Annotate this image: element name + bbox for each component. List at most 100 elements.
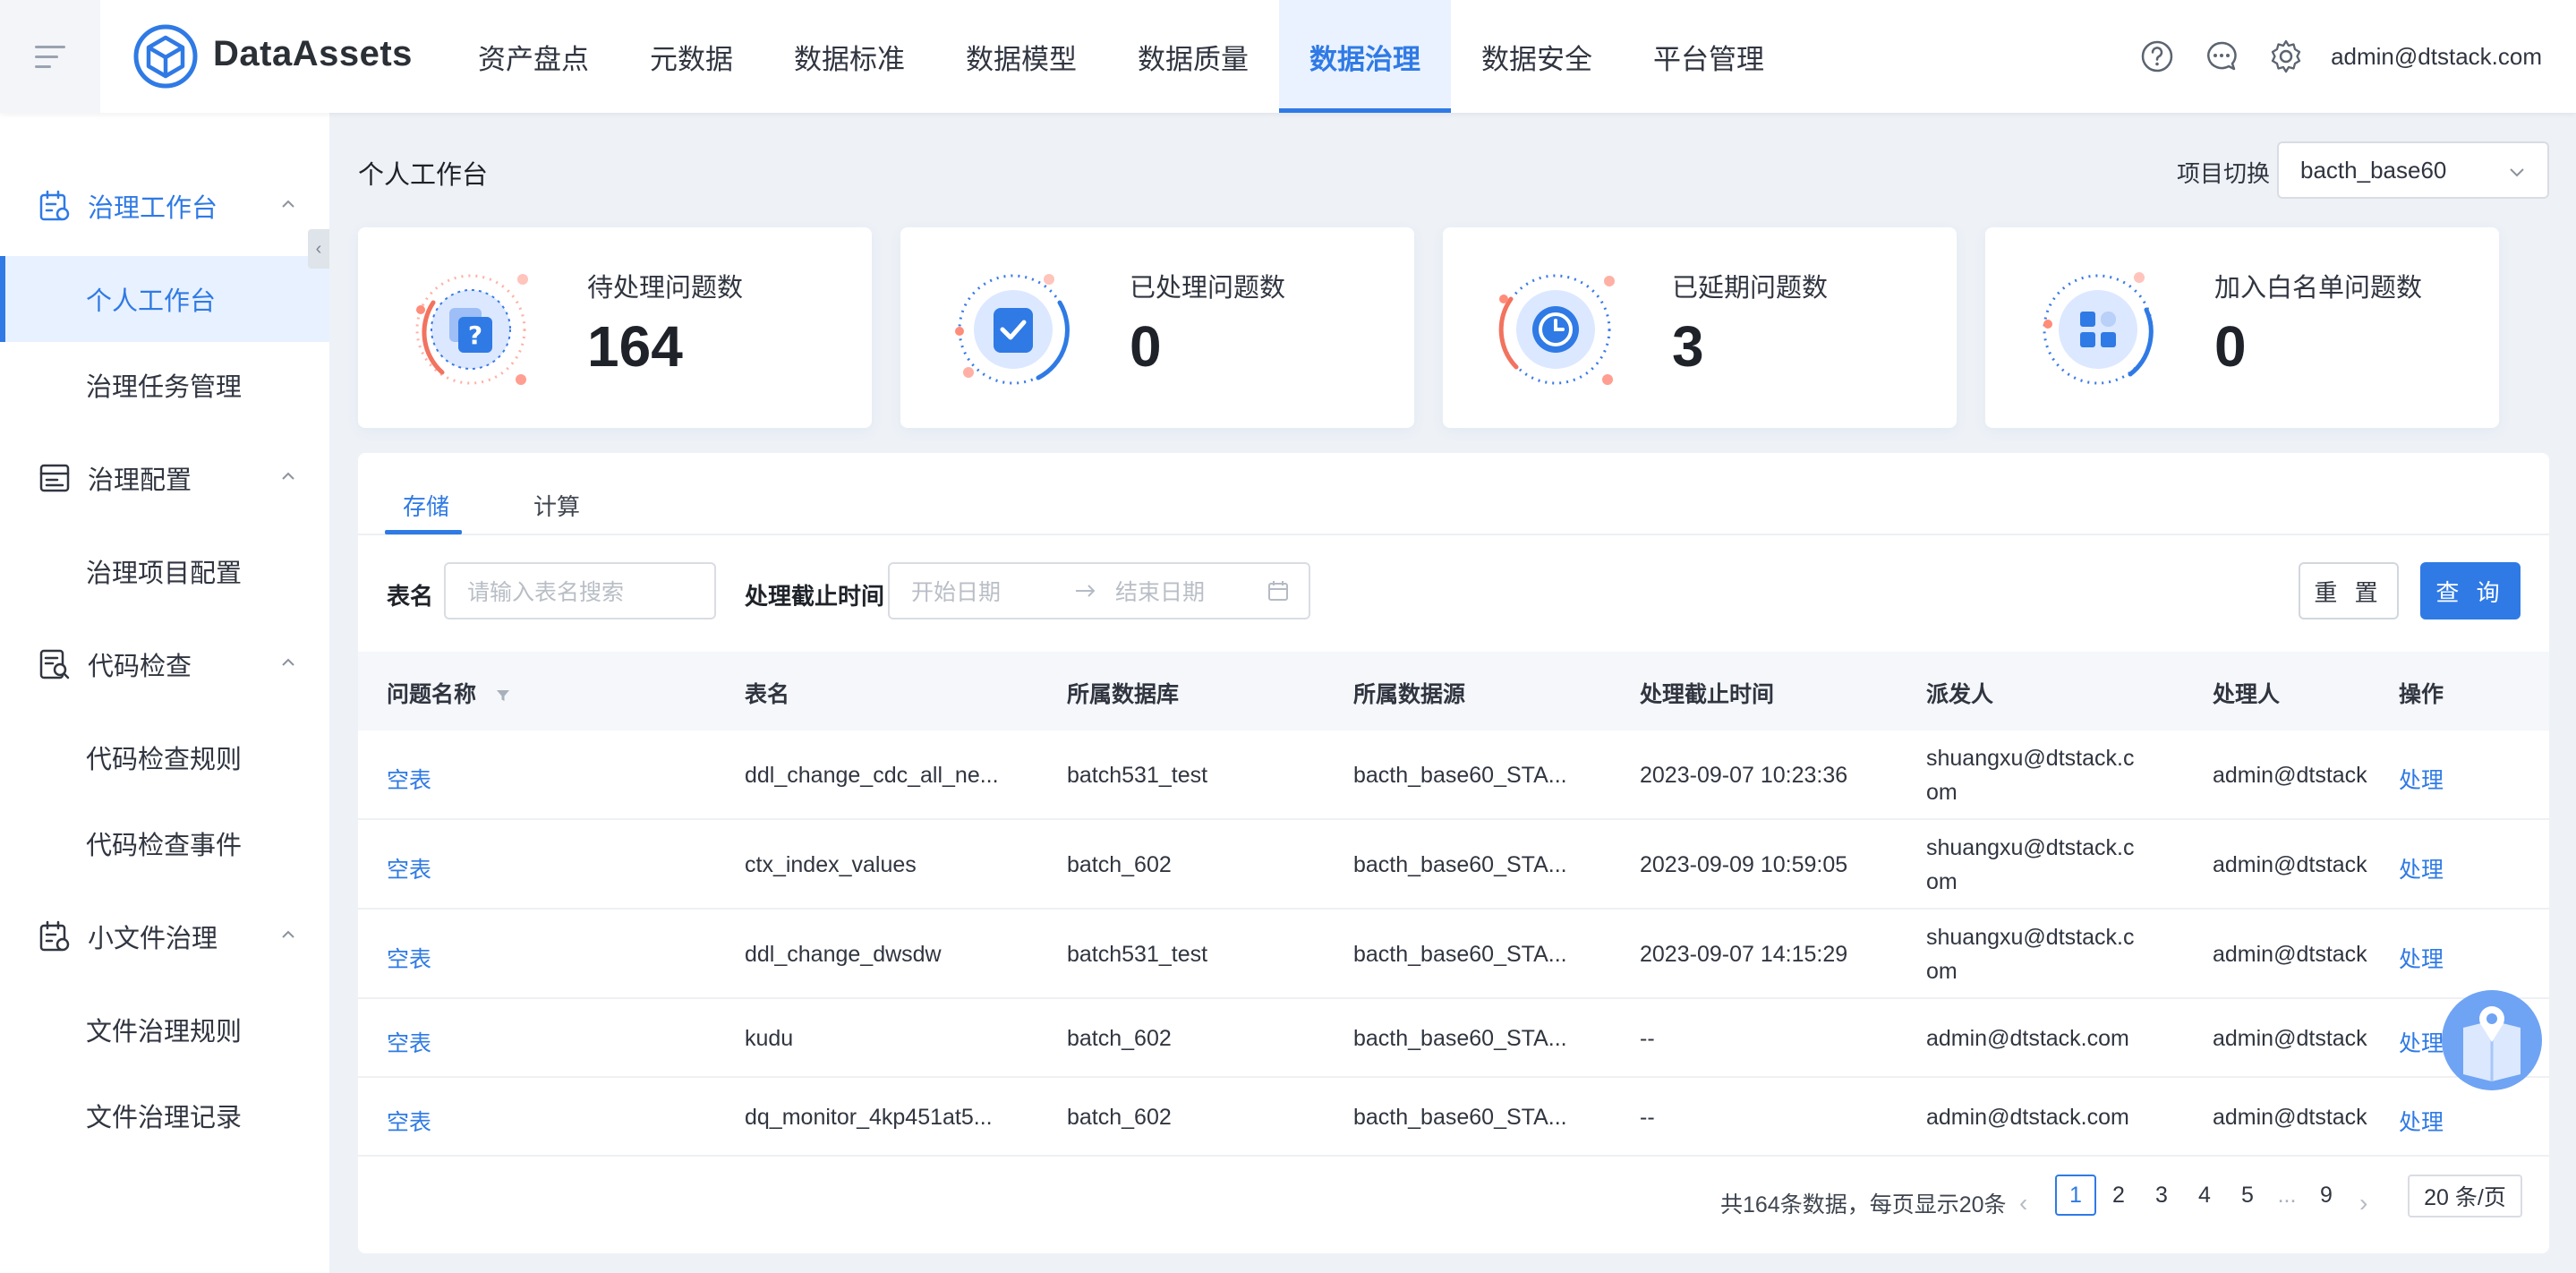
- issue-name-link[interactable]: 空表: [387, 852, 431, 884]
- hamburger-icon: [35, 38, 65, 75]
- sidebar-item-code-check-rules[interactable]: 代码检查规则: [0, 714, 329, 800]
- issue-name-link[interactable]: 空表: [387, 1026, 431, 1058]
- arrow-right-icon: [1076, 585, 1096, 597]
- nav-data-quality[interactable]: 数据质量: [1107, 0, 1279, 113]
- stat-value: 0: [1130, 314, 1162, 379]
- nav-data-governance[interactable]: 数据治理: [1279, 0, 1451, 113]
- end-date-placeholder[interactable]: 结束日期: [1115, 575, 1205, 607]
- process-link[interactable]: 处理: [2399, 942, 2444, 974]
- cell-assigner: shuangxu@dtstack.com: [1926, 925, 2135, 984]
- table-name-label: 表名: [387, 583, 434, 610]
- sidebar-item-project-config[interactable]: 治理项目配置: [0, 528, 329, 614]
- page-ellipsis[interactable]: ...: [2266, 1175, 2307, 1216]
- clock-icon: [1498, 274, 1615, 385]
- next-page-button[interactable]: ›: [2359, 1189, 2367, 1217]
- col-assigner: 派发人: [1926, 682, 1994, 707]
- deadline-label: 处理截止时间: [745, 583, 885, 610]
- nav-data-model[interactable]: 数据模型: [935, 0, 1107, 113]
- sidebar-group-config[interactable]: 治理配置: [0, 435, 329, 521]
- stat-label: 已处理问题数: [1130, 274, 1286, 303]
- prev-page-button[interactable]: ‹: [2019, 1189, 2027, 1217]
- cell-datasource: bacth_base60_STA...: [1353, 763, 1567, 788]
- page-title: 个人工作台: [358, 161, 489, 190]
- cell-database: batch531_test: [1067, 942, 1208, 967]
- table-header: 问题名称 表名 所属数据库 所属数据源 处理截止时间 派发人 处理人 操作: [358, 652, 2549, 730]
- page-5-button[interactable]: 5: [2227, 1175, 2268, 1216]
- sidebar-item-file-records[interactable]: 文件治理记录: [0, 1072, 329, 1158]
- cell-table-name: ctx_index_values: [745, 852, 917, 877]
- col-handler: 处理人: [2213, 682, 2281, 707]
- cell-assigner: admin@dtstack.com: [1926, 1105, 2129, 1130]
- tab-compute[interactable]: 计算: [533, 489, 580, 522]
- sidebar-group-small-files[interactable]: 小文件治理: [0, 893, 329, 979]
- page-1-button[interactable]: 1: [2055, 1175, 2096, 1216]
- cell-handler: admin@dtstack: [2213, 763, 2367, 788]
- menu-toggle-button[interactable]: [0, 0, 100, 113]
- cell-table-name: ddl_change_dwsdw: [745, 942, 942, 967]
- deadline-range-picker[interactable]: 开始日期 结束日期: [888, 562, 1310, 619]
- page-2-button[interactable]: 2: [2098, 1175, 2139, 1216]
- page-9-button[interactable]: 9: [2306, 1175, 2347, 1216]
- issue-name-link[interactable]: 空表: [387, 763, 431, 795]
- calendar-icon: [1268, 581, 1288, 601]
- chevron-up-icon: [282, 930, 294, 938]
- chevron-up-icon: [282, 472, 294, 480]
- cell-datasource: bacth_base60_STA...: [1353, 852, 1567, 877]
- stat-value: 164: [587, 314, 683, 379]
- pagination: 共164条数据，每页显示20条 ‹ 1 2 3 4 5 ... 9 › 20 条…: [358, 1169, 2549, 1232]
- message-icon[interactable]: [2204, 38, 2239, 74]
- nav-metadata[interactable]: 元数据: [619, 0, 763, 113]
- user-account[interactable]: admin@dtstack.com: [2331, 43, 2542, 71]
- chevron-up-icon: [282, 200, 294, 208]
- file-governance-icon: [39, 920, 70, 952]
- sidebar-collapse-button[interactable]: ‹: [308, 229, 329, 269]
- process-link[interactable]: 处理: [2399, 1026, 2444, 1058]
- cell-handler: admin@dtstack: [2213, 852, 2367, 877]
- config-icon: [39, 464, 70, 492]
- project-switch-label: 项目切换: [2177, 160, 2271, 187]
- start-date-placeholder[interactable]: 开始日期: [911, 575, 1001, 607]
- col-action: 操作: [2399, 682, 2444, 707]
- cell-handler: admin@dtstack: [2213, 942, 2367, 967]
- top-header: DataAssets 资产盘点 元数据 数据标准 数据模型 数据质量 数据治理 …: [0, 0, 2576, 113]
- cell-datasource: bacth_base60_STA...: [1353, 942, 1567, 967]
- issue-name-link[interactable]: 空表: [387, 1105, 431, 1137]
- nav-asset-inventory[interactable]: 资产盘点: [448, 0, 619, 113]
- issue-name-link[interactable]: 空表: [387, 942, 431, 974]
- filter-icon[interactable]: [495, 688, 511, 704]
- process-link[interactable]: 处理: [2399, 1105, 2444, 1137]
- col-datasource: 所属数据源: [1353, 682, 1466, 707]
- help-icon[interactable]: [2139, 38, 2175, 74]
- sidebar-item-code-check-events[interactable]: 代码检查事件: [0, 800, 329, 886]
- nav-platform-admin[interactable]: 平台管理: [1623, 0, 1795, 113]
- sidebar-group-code-check[interactable]: 代码检查: [0, 621, 329, 707]
- page-3-button[interactable]: 3: [2141, 1175, 2182, 1216]
- cell-database: batch_602: [1067, 1026, 1172, 1051]
- page-size-select[interactable]: 20 条/页: [2408, 1175, 2522, 1217]
- sidebar-group-workbench[interactable]: 治理工作台: [0, 163, 329, 249]
- cell-assigner: shuangxu@dtstack.com: [1926, 746, 2135, 805]
- nav-data-security[interactable]: 数据安全: [1451, 0, 1623, 113]
- query-button[interactable]: 查 询: [2420, 562, 2521, 619]
- stat-label: 待处理问题数: [587, 274, 744, 303]
- sidebar-item-file-rules[interactable]: 文件治理规则: [0, 987, 329, 1072]
- header-tools: admin@dtstack.com: [2111, 0, 2542, 113]
- workbench-icon: [39, 190, 70, 221]
- cell-deadline: --: [1640, 1105, 1655, 1130]
- sidebar-item-task-management[interactable]: 治理任务管理: [0, 342, 329, 428]
- process-link[interactable]: 处理: [2399, 852, 2444, 884]
- cell-deadline: --: [1640, 1026, 1655, 1051]
- stat-card-processed: 已处理问题数 0: [900, 227, 1414, 428]
- table-name-search-input[interactable]: 请输入表名搜索: [444, 562, 716, 619]
- tab-storage[interactable]: 存储: [403, 489, 449, 522]
- assistant-helper-icon[interactable]: [2440, 988, 2544, 1092]
- settings-icon[interactable]: [2268, 38, 2304, 74]
- reset-button[interactable]: 重 置: [2299, 562, 2399, 619]
- nav-data-standard[interactable]: 数据标准: [763, 0, 935, 113]
- cell-table-name: dq_monitor_4kp451at5...: [745, 1105, 993, 1130]
- project-select[interactable]: bacth_base60: [2277, 141, 2549, 199]
- stat-card-delayed: 已延期问题数 3: [1443, 227, 1957, 428]
- sidebar-item-personal-workbench[interactable]: 个人工作台: [0, 256, 329, 342]
- page-4-button[interactable]: 4: [2184, 1175, 2225, 1216]
- process-link[interactable]: 处理: [2399, 763, 2444, 795]
